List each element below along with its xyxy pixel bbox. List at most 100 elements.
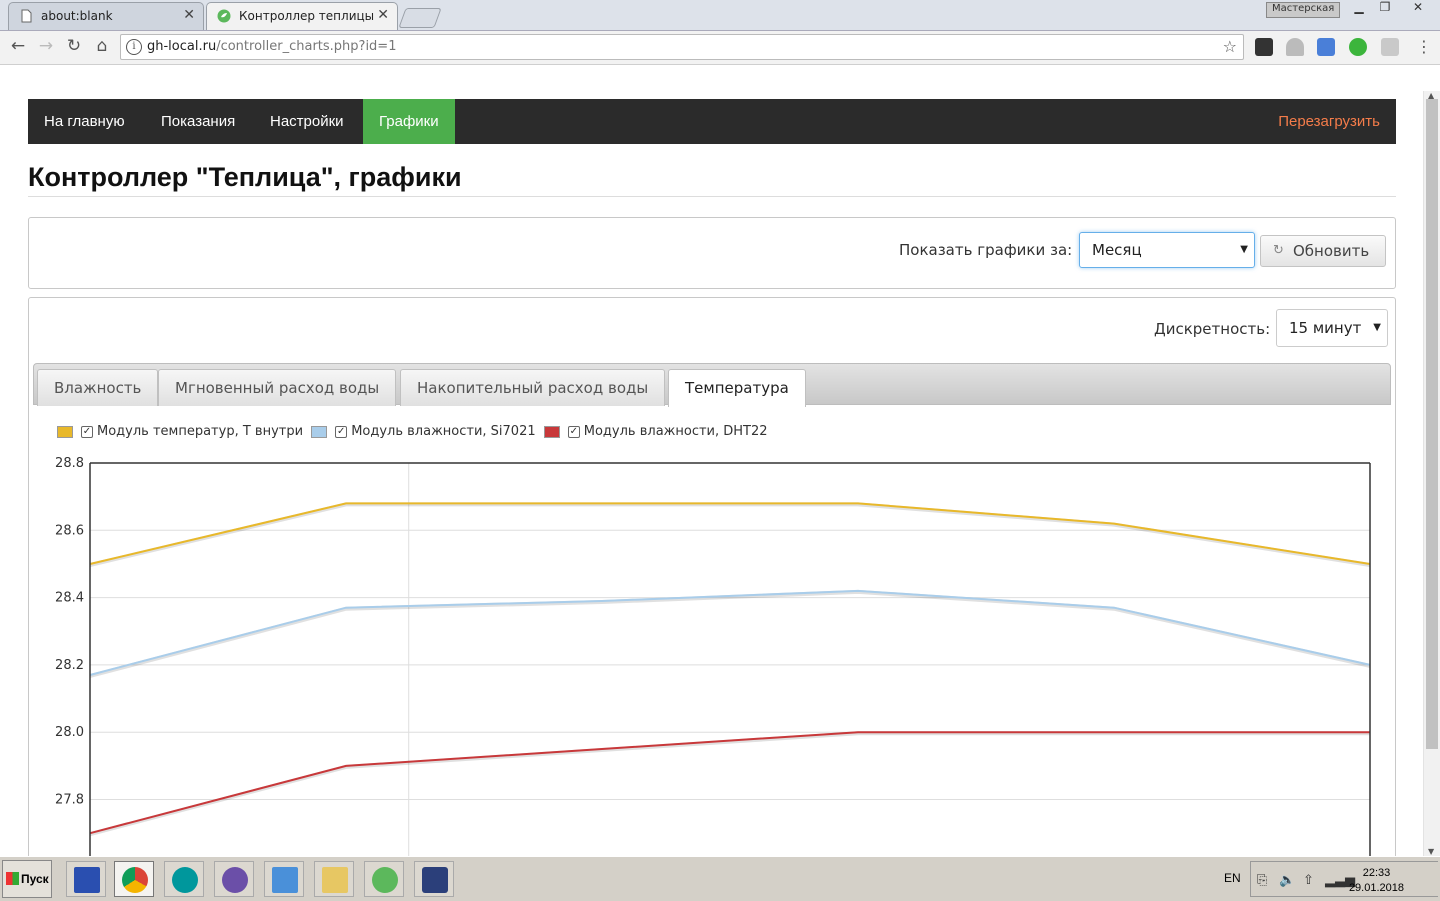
close-icon[interactable]: ✕ [377,7,389,23]
browser-tab-active[interactable]: Контроллер теплицы ✕ [206,2,398,30]
upload-icon[interactable]: ⇧ [1303,873,1314,888]
green-extension-icon[interactable] [1349,38,1367,56]
extension-icon[interactable] [1255,38,1273,56]
y-tick-label: 28.2 [55,658,84,673]
close-icon[interactable]: ✕ [183,7,195,23]
url-host: gh-local.ru [147,39,217,54]
tab-humidity[interactable]: Влажность [37,369,159,406]
start-button[interactable]: Пуск [2,860,52,898]
scroll-down-icon[interactable]: ▼ [1428,847,1434,856]
taskbar-app-greenhouse[interactable] [364,861,404,897]
tab-cumulative-water[interactable]: Накопительный расход воды [400,369,666,406]
clock[interactable]: 22:33 29.01.2018 [1349,866,1404,896]
y-tick-label: 28.8 [55,456,84,471]
forward-icon[interactable]: → [34,36,58,56]
legend-label: Модуль влажности, Si7021 [351,424,536,439]
refresh-button[interactable]: ↻ Обновить [1260,235,1386,267]
legend-label: Модуль влажности, DHT22 [583,424,768,439]
profile-badge[interactable]: Мастерская [1266,2,1341,18]
start-label: Пуск [21,872,49,886]
period-panel: Показать графики за: Месяц ▼ ↻ Обновить [28,217,1396,289]
info-icon[interactable]: i [126,39,142,55]
url-path: /controller_charts.php?id=1 [216,39,397,54]
taskbar-app-explorer[interactable] [314,861,354,897]
legend-item[interactable]: ✓ Модуль влажности, DHT22 [543,424,768,439]
series-shadow [89,589,1371,678]
new-tab-button[interactable] [398,8,442,28]
pdf-extension-icon[interactable] [1381,38,1399,56]
period-select-value: Месяц [1092,241,1142,259]
period-select[interactable]: Месяц ▼ [1079,232,1255,268]
usb-icon[interactable]: ⎘ [1257,873,1267,888]
home-icon[interactable]: ⌂ [90,36,114,56]
y-tick-label: 28.4 [55,591,84,606]
reload-icon[interactable]: ↻ [62,36,86,56]
refresh-icon: ↻ [1273,243,1284,258]
notepad-icon [272,867,298,893]
volume-icon[interactable]: 🔈 [1279,873,1295,888]
period-label: Показать графики за: [899,241,1073,259]
translate-icon[interactable] [1317,38,1335,56]
checkbox-icon[interactable]: ✓ [335,425,348,438]
legend-label: Модуль температур, Т внутри [97,424,304,439]
page-top-margin [0,65,1440,91]
browser-menu-icon[interactable]: ⋮ [1416,37,1432,56]
windows-taskbar: Пуск EN ⎘ 🔈 ⇧ ▂▃▅ 22:33 29.01.2018 [0,856,1440,901]
system-tray: ⎘ 🔈 ⇧ ▂▃▅ 22:33 29.01.2018 [1250,861,1438,897]
chart-tabs: Влажность Мгновенный расход воды Накопит… [33,363,1391,407]
taskbar-app-archiver[interactable] [66,861,106,897]
taskbar-app-notepad[interactable] [264,861,304,897]
clock-time: 22:33 [1362,867,1391,879]
checkbox-icon[interactable]: ✓ [567,425,580,438]
discretion-select-value: 15 минут [1289,319,1362,337]
legend-item[interactable]: ✓ Модуль температур, Т внутри [57,424,303,439]
drive-icon[interactable] [1286,38,1304,56]
arduino-icon [172,867,198,893]
nav-readings[interactable]: Показания [145,99,251,144]
discretion-select[interactable]: 15 минут ▼ [1276,309,1388,347]
media-icon [422,867,448,893]
leaf-icon [372,867,398,893]
cat-icon [222,867,248,893]
scrollbar-thumb[interactable] [1426,99,1438,749]
minimize-icon[interactable]: ▁ [1346,0,1372,18]
address-bar[interactable]: i gh-local.ru/controller_charts.php?id=1… [120,34,1244,60]
restore-icon[interactable]: ❐ [1372,0,1398,18]
chevron-down-icon: ▼ [1240,244,1248,255]
refresh-button-label: Обновить [1293,242,1370,260]
bookmark-star-icon[interactable]: ☆ [1223,37,1237,56]
taskbar-app-media[interactable] [414,861,454,897]
back-icon[interactable]: ← [6,36,30,56]
close-window-icon[interactable]: ✕ [1400,0,1436,18]
title-divider [28,196,1396,197]
nav-settings[interactable]: Настройки [254,99,360,144]
nav-home[interactable]: На главную [28,99,141,144]
reboot-link[interactable]: Перезагрузить [1278,99,1380,144]
y-tick-label: 28.0 [55,725,84,740]
tab-temperature[interactable]: Температура [668,369,806,407]
folder-icon [322,867,348,893]
clock-date: 29.01.2018 [1348,882,1404,894]
taskbar-app-cat[interactable] [214,861,254,897]
nav-charts[interactable]: Графики [363,99,455,144]
charts-panel: Дискретность: 15 минут ▼ Влажность Мгнов… [28,297,1396,868]
browser-tab-label: about:blank [41,9,113,23]
series-line [89,731,1370,835]
leaf-icon [217,9,231,23]
taskbar-app-arduino[interactable] [164,861,204,897]
browser-toolbar: ← → ↻ ⌂ i gh-local.ru/controller_charts.… [0,31,1440,65]
checkbox-icon[interactable]: ✓ [81,425,93,438]
page-scrollbar[interactable]: ▲ ▼ [1423,91,1440,856]
legend-item[interactable]: ✓ Модуль влажности, Si7021 [311,424,536,439]
discretion-label: Дискретность: [1154,320,1271,338]
browser-tab-label: Контроллер теплицы [239,9,375,23]
tab-instant-water[interactable]: Мгновенный расход воды [158,369,397,406]
taskbar-app-chrome[interactable] [114,861,154,897]
browser-tab-blank[interactable]: about:blank ✕ [8,2,204,30]
legend-swatch [543,425,560,438]
language-indicator[interactable]: EN [1224,871,1241,885]
chrome-icon [122,867,148,893]
y-tick-label: 27.8 [55,793,84,808]
series-line [89,502,1371,565]
browser-tabstrip: about:blank ✕ Контроллер теплицы ✕ Масте… [0,0,1440,31]
